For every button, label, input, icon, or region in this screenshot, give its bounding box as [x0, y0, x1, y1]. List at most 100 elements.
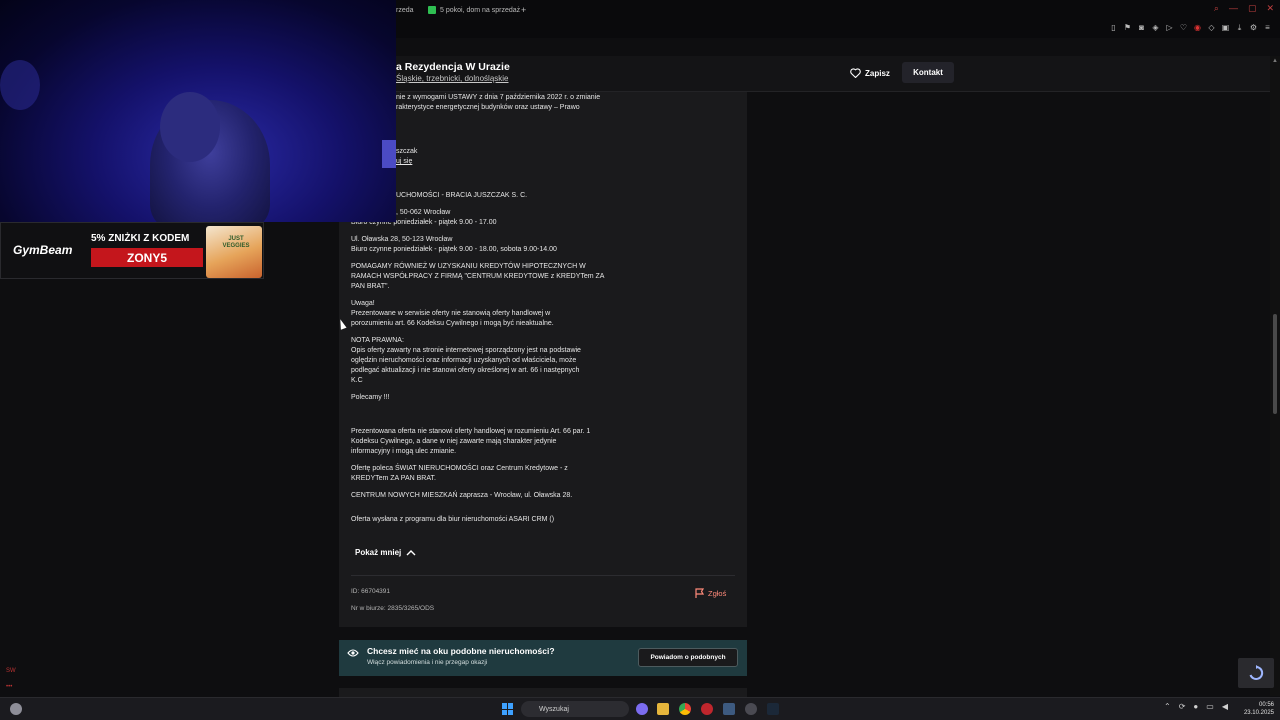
- scroll-up-arrow-icon[interactable]: ▲: [1272, 58, 1278, 64]
- chevron-up-icon: [406, 550, 416, 556]
- description-line: informacyjny i mogą ulec zmianie.: [351, 448, 457, 455]
- close-button[interactable]: ✕: [1266, 3, 1274, 14]
- alerts-subtitle: Włącz powiadomienia i nie przegap okazji: [367, 659, 488, 666]
- listing-location-link[interactable]: Śląskie, trzebnicki, dolnośląskie: [396, 74, 509, 83]
- description-line: podlegać aktualizacji i nie stanowi ofer…: [351, 367, 580, 374]
- window-controls: ⌕ — ▢ ✕: [1214, 3, 1274, 14]
- camera-icon[interactable]: ◙: [1137, 23, 1146, 32]
- volume-icon[interactable]: ◀: [1222, 702, 1228, 711]
- description-line: NOTA PRAWNA:: [351, 337, 404, 344]
- description-line: Ul. Oławska 28, 50-123 Wrocław: [351, 236, 453, 243]
- description-line: Biuro czynne poniedziałek - piątek 9.00 …: [351, 246, 557, 253]
- description-line: nie z wymogami USTAWY z dnia 7 październ…: [396, 94, 601, 101]
- description-line: PAN BRAT".: [351, 283, 390, 290]
- chrome-icon[interactable]: [679, 703, 691, 715]
- menu-icon[interactable]: ≡: [1263, 23, 1272, 32]
- new-tab-button[interactable]: +: [521, 3, 526, 17]
- heart-icon[interactable]: ♡: [1179, 23, 1188, 32]
- office-number: Nr w biurze: 2835/3265/ODS: [351, 605, 435, 612]
- left-rail-item[interactable]: •••: [6, 684, 12, 690]
- clock-time: 00:56: [1258, 702, 1274, 708]
- steam-icon[interactable]: [767, 703, 779, 715]
- tab-label: 5 pokoi, dom na sprzedaż: [440, 6, 521, 14]
- microphone-shape: [0, 60, 40, 110]
- opera-icon[interactable]: [701, 703, 713, 715]
- tab-label: rzeda: [396, 6, 414, 14]
- sponsor-discount-code: ZONY5: [91, 248, 203, 267]
- extensions-icon[interactable]: ◇: [1207, 23, 1216, 32]
- description-line: CENTRUM NOWYCH MIESZKAŃ zaprasza - Wrocł…: [351, 492, 573, 499]
- taskbar-clock[interactable]: 00:56 23.10.2025: [1238, 701, 1274, 717]
- description-line: szczak: [396, 148, 418, 155]
- browser-tab[interactable]: rzeda: [396, 3, 414, 17]
- page-scrollbar[interactable]: ▲: [1270, 56, 1280, 696]
- xbox-icon[interactable]: [723, 703, 735, 715]
- start-button-icon[interactable]: [502, 703, 514, 715]
- search-icon[interactable]: ⌕: [1214, 3, 1219, 14]
- similar-alerts-banner: Chcesz mieć na oku podobne nieruchomości…: [339, 640, 747, 676]
- reader-icon[interactable]: ▯: [1109, 23, 1118, 32]
- description-line: Prezentowana oferta nie stanowi oferty h…: [351, 428, 591, 435]
- description-line: Ofertę poleca ŚWIAT NIERUCHOMOŚCI oraz C…: [351, 465, 568, 472]
- section-divider: [351, 575, 735, 576]
- left-rail-item[interactable]: SW: [6, 668, 16, 674]
- description-card: nie z wymogami USTAWY z dnia 7 październ…: [339, 92, 747, 627]
- network-icon[interactable]: ▭: [1206, 702, 1214, 711]
- report-button[interactable]: Zgłoś: [695, 588, 726, 598]
- description-line: KREDYTem ZA PAN BRAT.: [351, 475, 436, 482]
- download-icon[interactable]: ⤓: [1235, 23, 1244, 32]
- sync-icon[interactable]: ⟳: [1179, 702, 1186, 711]
- show-less-button[interactable]: Pokaż mniej: [355, 548, 416, 557]
- settings-icon[interactable]: ⚙: [1249, 23, 1258, 32]
- chevron-up-icon[interactable]: ⌃: [1164, 702, 1171, 711]
- description-line: RAMACH WSPÓŁPRACY Z FIRMĄ "CENTRUM KREDY…: [351, 273, 605, 280]
- flag-icon: [695, 588, 704, 598]
- sponsor-headline: 5% ZNIŻKI Z KODEM: [91, 233, 190, 244]
- bookmark-icon[interactable]: ⚑: [1123, 23, 1132, 32]
- description-line: rakterystyce energetycznej budynków oraz…: [396, 104, 580, 111]
- recaptcha-icon: [1249, 665, 1264, 680]
- browser-tab-active[interactable]: 5 pokoi, dom na sprzedaż: [428, 3, 520, 17]
- description-line: Opis oferty zawarty na stronie interneto…: [351, 347, 581, 354]
- description-line: Polecamy !!!: [351, 394, 390, 401]
- alerts-title: Chcesz mieć na oku podobne nieruchomości…: [367, 646, 555, 656]
- report-label: Zgłoś: [708, 588, 727, 598]
- scrollbar-thumb[interactable]: [1273, 314, 1277, 414]
- heart-icon: [850, 68, 861, 78]
- description-line: UCHOMOŚCI - BRACIA JUSZCZAK S. C.: [396, 192, 528, 199]
- sponsor-product-image: JUST VEGGIES: [206, 226, 262, 278]
- notify-similar-button[interactable]: Powiadom o podobnych: [638, 648, 738, 667]
- clock-date: 23.10.2025: [1243, 710, 1274, 716]
- contact-button[interactable]: Kontakt: [902, 62, 954, 83]
- webcam-overlay: [0, 0, 396, 222]
- file-explorer-icon[interactable]: [657, 703, 669, 715]
- streamer-head: [160, 92, 220, 162]
- maximize-button[interactable]: ▢: [1248, 3, 1257, 14]
- taskbar-search-box[interactable]: Wyszukaj: [521, 701, 629, 717]
- widgets-icon[interactable]: [10, 703, 22, 715]
- description-line: Kodeksu Cywilnego, a dane w niej zawarte…: [351, 438, 557, 445]
- microphone-icon[interactable]: ●: [1193, 702, 1198, 711]
- tab-favicon-icon: [428, 6, 436, 14]
- play-icon[interactable]: ▷: [1165, 23, 1174, 32]
- offer-id: ID: 66704391: [351, 588, 391, 595]
- description-link[interactable]: uj się: [396, 157, 412, 167]
- wallet-icon[interactable]: ▣: [1221, 23, 1230, 32]
- save-label: Zapisz: [865, 68, 890, 78]
- description-line: porozumieniu art. 66 Kodeksu Cywilnego i…: [351, 320, 554, 327]
- shield-icon[interactable]: ◈: [1151, 23, 1160, 32]
- minimize-button[interactable]: —: [1229, 3, 1238, 14]
- description-line: Prezentowane w serwisie oferty nie stano…: [351, 310, 551, 317]
- show-less-label: Pokaż mniej: [355, 548, 402, 557]
- recaptcha-badge[interactable]: [1238, 658, 1274, 688]
- description-line: oględzin nieruchomości oraz informacji u…: [351, 357, 577, 364]
- background-monitor: [382, 140, 396, 168]
- record-icon[interactable]: ◉: [1193, 23, 1202, 32]
- sponsor-banner: GymBeam 5% ZNIŻKI Z KODEM ZONY5 JUST VEG…: [0, 222, 264, 279]
- copilot-icon[interactable]: [636, 703, 648, 715]
- save-button[interactable]: Zapisz: [850, 66, 890, 80]
- description-line: POMAGAMY RÓWNIEŻ W UZYSKANIU KREDYTÓW HI…: [351, 263, 586, 270]
- windows-taskbar: Wyszukaj ⌃ ⟳ ● ▭ ◀ 00:56 23.10.2025: [0, 697, 1280, 720]
- description-line: Uwaga!: [351, 300, 375, 307]
- settings-app-icon[interactable]: [745, 703, 757, 715]
